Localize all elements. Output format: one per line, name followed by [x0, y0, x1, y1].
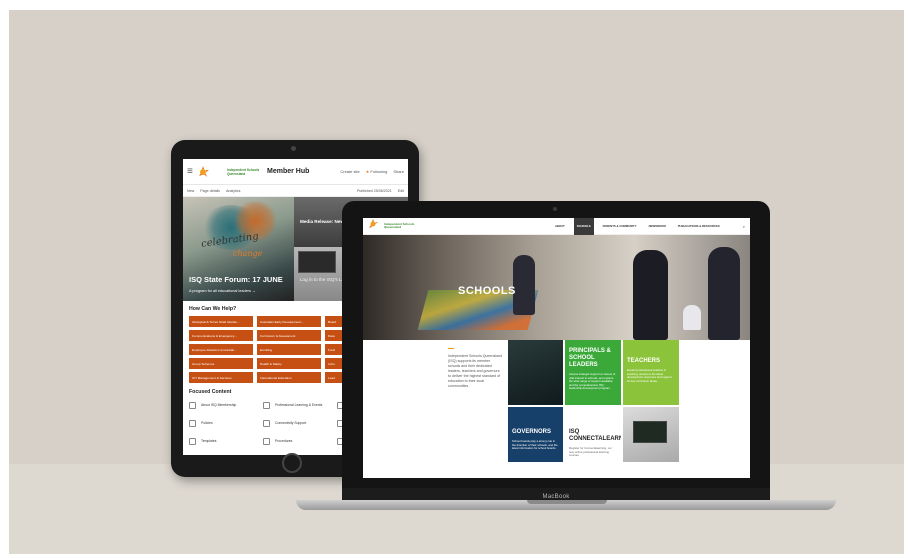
laptop-screen: Independent Schools Queensland ABOUT SCH…	[363, 218, 750, 478]
focused-item[interactable]: Professional Learning & Events	[263, 399, 333, 411]
nav-about[interactable]: ABOUT	[552, 218, 568, 235]
student-figure	[633, 250, 668, 340]
help-button[interactable]: International Education	[257, 372, 321, 383]
site-navbar: Independent Schools Queensland ABOUT SCH…	[363, 218, 750, 235]
tablet-header: ≡ Independent Schools Queensland Member …	[183, 159, 408, 185]
student-figure	[708, 247, 740, 340]
policies-icon	[189, 419, 196, 427]
tile-title: PRINCIPALS & SCHOOL LEADERS	[569, 348, 611, 368]
page-details-button[interactable]: Page details	[200, 189, 220, 193]
following-label: Following	[370, 169, 388, 174]
intro-text: Independent Schools Queensland (ISQ) sup…	[448, 354, 503, 388]
edit-button[interactable]: Edit	[398, 189, 404, 193]
command-bar: New Page details Analytics Published 25/…	[183, 185, 408, 197]
tile-title: TEACHERS	[627, 358, 661, 364]
site-title[interactable]: Member Hub	[267, 168, 309, 175]
tile-text: Access strategic support on issues of vi…	[569, 372, 616, 391]
hero-subtitle-link[interactable]: A program for all educational leaders →	[189, 289, 256, 293]
help-button[interactable]: ICT Management & Services	[189, 372, 253, 383]
tile-principals[interactable]: PRINCIPALS & SCHOOL LEADERS Access strat…	[565, 340, 621, 405]
connectivity-icon	[263, 419, 270, 427]
tile-governors[interactable]: GOVERNORS School boards play a strong ro…	[508, 407, 563, 462]
hero-main-banner[interactable]: celebrating change ISQ State Forum: 17 J…	[183, 197, 294, 301]
focused-label: Connectivity Support	[275, 421, 307, 425]
create-site-button[interactable]: Create site	[340, 169, 359, 174]
focused-label: Professional Learning & Events	[275, 403, 323, 407]
tablet-home-button	[282, 453, 302, 473]
nav-publications[interactable]: PUBLICATIONS & RESOURCES	[675, 218, 723, 235]
nav-schools[interactable]: SCHOOLS	[573, 218, 594, 235]
focused-item[interactable]: Procedures	[263, 435, 333, 447]
new-button[interactable]: New	[187, 189, 194, 193]
schools-hero: SCHOOLS	[363, 235, 750, 340]
focused-label: About ISQ Membership	[201, 403, 237, 407]
search-icon[interactable]: ⌕	[743, 224, 745, 229]
share-button[interactable]: Share	[393, 169, 404, 174]
hamburger-menu-icon[interactable]: ≡	[187, 166, 197, 177]
laptop-notch	[527, 500, 607, 504]
focused-item[interactable]: Templates	[189, 435, 259, 447]
tile-title: ISQ CONNECTALEARN	[569, 429, 621, 442]
tile-text: Register for Connectalearning, our new o…	[569, 446, 612, 458]
tile-image-student[interactable]	[508, 340, 563, 405]
help-button[interactable]: Health & Safety	[257, 358, 321, 369]
logo-text: Independent Schools Queensland	[384, 221, 415, 229]
nav-newsroom[interactable]: NEWSROOM	[646, 218, 669, 235]
header-actions: Create site ★ Following Share	[340, 169, 404, 174]
templates-icon	[189, 437, 196, 445]
focused-label: Templates	[201, 439, 217, 443]
tablet-camera	[291, 146, 296, 151]
isq-logo-icon[interactable]	[197, 164, 225, 180]
analytics-button[interactable]: Analytics	[226, 189, 240, 193]
tile-teachers[interactable]: TEACHERS Expand professional practice in…	[623, 340, 679, 405]
help-button[interactable]: Enrolling	[257, 344, 321, 355]
focused-item[interactable]: About ISQ Membership	[189, 399, 259, 411]
tile-title: GOVERNORS	[512, 429, 552, 435]
laptop-device: Independent Schools Queensland ABOUT SCH…	[342, 201, 770, 502]
tile-text: School boards play a strong role in the …	[512, 439, 558, 451]
schools-body: Independent Schools Queensland (ISQ) sup…	[363, 340, 750, 478]
help-button[interactable]: Group Schemes	[189, 358, 253, 369]
help-button[interactable]: Aboriginal & Torres Strait Islande...	[189, 316, 253, 327]
hero-title: SCHOOLS	[458, 285, 516, 297]
tile-text: Expand professional practice in teaching…	[627, 368, 672, 383]
help-button[interactable]: Employee Relations (Industrial...	[189, 344, 253, 355]
robot-toy-image	[683, 305, 701, 330]
procedures-icon	[263, 437, 270, 445]
following-button[interactable]: ★ Following	[366, 169, 388, 174]
tile-image-monitor[interactable]	[623, 407, 679, 462]
star-icon: ★	[365, 169, 370, 174]
student-figure	[513, 255, 535, 315]
monitor-image	[298, 251, 336, 273]
membership-icon	[189, 401, 196, 409]
help-button[interactable]: Communications & Emergency...	[189, 330, 253, 341]
hero-title: ISQ State Forum: 17 JUNE	[189, 275, 283, 284]
tile-connectalearn[interactable]: ISQ CONNECTALEARN Register for Connectal…	[565, 407, 621, 462]
help-button[interactable]: Curriculum & Assessment	[257, 330, 321, 341]
hero-script-word-2: change	[233, 249, 263, 258]
focused-label: Procedures	[275, 439, 293, 443]
logo-text: Independent Schools Queensland	[227, 167, 260, 176]
published-status: Published 25/06/2021	[357, 188, 392, 193]
laptop-camera	[553, 207, 557, 211]
nav-parents-community[interactable]: PARENTS & COMMUNITY	[600, 218, 640, 235]
learning-icon	[263, 401, 270, 409]
focused-item[interactable]: Policies	[189, 417, 259, 429]
accent-bar	[448, 348, 454, 349]
help-button[interactable]: Australian Early Development...	[257, 316, 321, 327]
isq-logo-icon[interactable]	[368, 218, 382, 235]
focused-label: Policies	[201, 421, 213, 425]
monitor-image	[633, 421, 667, 443]
main-menu: ABOUT SCHOOLS PARENTS & COMMUNITY NEWSRO…	[552, 218, 745, 235]
focused-item[interactable]: Connectivity Support	[263, 417, 333, 429]
